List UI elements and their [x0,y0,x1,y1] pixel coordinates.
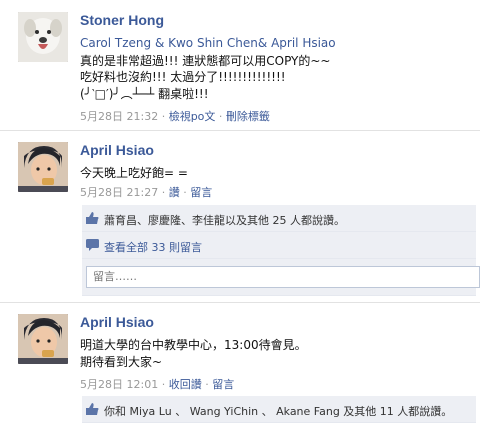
comment-composer: 留言…… [82,259,480,296]
post-author[interactable]: Stoner Hong [80,12,164,28]
timestamp[interactable]: 5月28日 12:01 [80,378,158,391]
post-text-line: (╯‵□′)╯︵┴─┴ 翻桌啦!!! [80,87,209,101]
post-text-line: 明道大學的台中教學中心，13:00待會見。 [80,338,307,352]
likes-summary[interactable]: 蕭育昌、廖慶隆、李佳龍以及其他 25 人都說讚。 [104,212,345,228]
separator: · [205,378,209,391]
likes-box: 你和 Miya Lu 、 Wang YiChin 、 Akane Fang 及其… [82,396,476,423]
avatar[interactable] [18,314,68,364]
dog-avatar-icon [18,12,68,62]
comment-bubble-icon [86,239,99,251]
separator: · [161,378,166,391]
post-author[interactable]: April Hsiao [80,142,154,158]
thumbs-up-icon [86,403,99,415]
post-meta: 5月28日 21:32 · 檢視po文 · 刪除標籤 [80,108,270,124]
post-text-line: 真的是非常超過!!! 連狀態都可以用COPY的~~ [80,54,331,68]
separator: · [161,110,166,123]
view-all-comments-link[interactable]: 查看全部 33 則留言 [104,239,202,255]
post-meta: 5月28日 12:01 · 收回讚 · 留言 [80,376,234,392]
post-april-hsiao-1: April Hsiao 今天晚上吃好飽= = 5月28日 21:27 · 讚 ·… [0,130,480,302]
post-text-line: 今天晚上吃好飽= = [80,166,188,180]
separator: · [161,186,166,199]
post-stoner-hong: Stoner Hong Carol Tzeng & Kwo Shin Chen&… [0,0,480,130]
post-april-hsiao-2: April Hsiao 明道大學的台中教學中心，13:00待會見。 期待看到大家… [0,302,480,432]
timestamp[interactable]: 5月28日 21:32 [80,110,158,123]
comment-link[interactable]: 留言 [212,378,234,391]
view-comments-box: 查看全部 33 則留言 [82,232,476,259]
remove-tag-link[interactable]: 刪除標籤 [226,110,270,123]
view-post-link[interactable]: 檢視po文 [169,110,216,123]
separator: · [218,110,223,123]
post-author[interactable]: April Hsiao [80,314,154,330]
avatar[interactable] [18,12,68,62]
unlike-link[interactable]: 收回讚 [169,378,202,391]
thumbs-up-icon [86,212,99,224]
post-text-line: 吃好料也沒約!!! 太過分了!!!!!!!!!!!!!! [80,70,286,84]
person-avatar-icon [18,142,68,192]
likes-box: 蕭育昌、廖慶隆、李佳龍以及其他 25 人都說讚。 [82,205,476,232]
person-avatar-icon [18,314,68,364]
tagged-users[interactable]: Carol Tzeng & Kwo Shin Chen& April Hsiao [80,36,336,50]
timestamp[interactable]: 5月28日 21:27 [80,186,158,199]
comment-link[interactable]: 留言 [190,186,212,199]
avatar[interactable] [18,142,68,192]
post-text-line: 期待看到大家~ [80,355,163,369]
comment-input[interactable]: 留言…… [86,266,480,288]
likes-summary[interactable]: 你和 Miya Lu 、 Wang YiChin 、 Akane Fang 及其… [104,403,452,419]
like-link[interactable]: 讚 [169,186,180,199]
separator: · [183,186,187,199]
post-meta: 5月28日 21:27 · 讚 · 留言 [80,184,212,200]
